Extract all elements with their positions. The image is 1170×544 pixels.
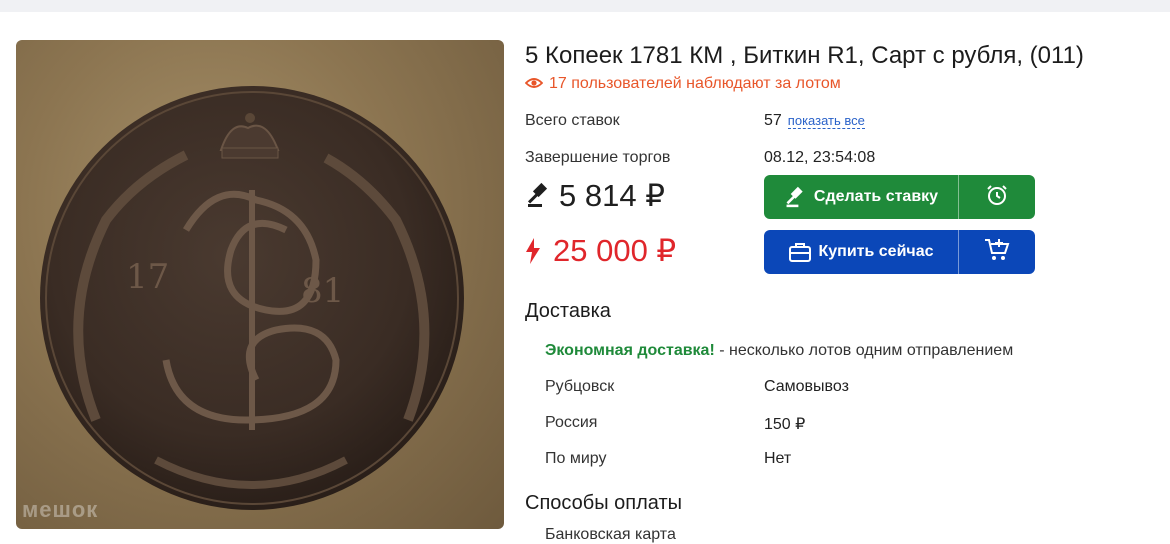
delivery-row-value: 150 ₽ <box>764 416 806 433</box>
gavel-icon <box>784 186 806 208</box>
delivery-row-label: Россия <box>545 414 598 431</box>
payment-method: Банковская карта <box>545 526 676 543</box>
end-value: 08.12, 23:54:08 <box>764 149 876 166</box>
buy-now-button[interactable]: Купить сейчас <box>764 230 958 274</box>
coin-image: 17 81 <box>40 86 464 510</box>
payment-title: Способы оплаты <box>525 492 682 514</box>
bids-count: 57 <box>764 112 782 129</box>
current-price-value: 5 814 ₽ <box>559 178 665 213</box>
end-label: Завершение торгов <box>525 149 671 166</box>
economy-delivery-text: - несколько лотов одним отправлением <box>714 342 1014 359</box>
watchers-text: 17 пользователей наблюдают за лотом <box>549 75 841 92</box>
lot-photo[interactable]: 17 81 мешок <box>16 40 504 529</box>
buy-now-label: Купить сейчас <box>818 243 934 260</box>
economy-delivery: Экономная доставка! - несколько лотов од… <box>545 342 1013 360</box>
watchers-info: 17 пользователей наблюдают за лотом <box>524 75 841 95</box>
delivery-row-value: Нет <box>764 450 792 467</box>
svg-text:81: 81 <box>301 271 344 311</box>
top-bar <box>0 0 1170 20</box>
buy-now-price-value: 25 000 ₽ <box>553 233 677 268</box>
bids-label: Всего ставок <box>525 112 620 129</box>
place-bid-label: Сделать ставку <box>813 188 939 205</box>
buy-now-price: 25 000 ₽ <box>525 233 676 272</box>
svg-text:17: 17 <box>126 257 169 297</box>
delivery-row-label: Рубцовск <box>545 378 615 395</box>
current-price: 5 814 ₽ <box>525 178 665 216</box>
economy-delivery-label: Экономная доставка! <box>545 342 715 359</box>
bids-value: 57 показать все <box>764 112 865 130</box>
lightning-icon <box>525 236 541 272</box>
image-watermark: мешок <box>22 497 99 522</box>
place-bid-button[interactable]: Сделать ставку <box>764 175 958 219</box>
lot-title: 5 Копеек 1781 КМ , Биткин R1, Сарт с руб… <box>525 42 1084 69</box>
cart-add-icon <box>984 238 1010 267</box>
add-to-cart-button[interactable] <box>958 230 1035 274</box>
alarm-clock-icon <box>985 183 1009 212</box>
eye-icon <box>524 76 544 95</box>
delivery-row-value: Самовывоз <box>764 378 849 395</box>
reminder-button[interactable] <box>958 175 1035 219</box>
show-all-bids-link[interactable]: показать все <box>787 113 865 129</box>
delivery-row-label: По миру <box>545 450 607 467</box>
briefcase-icon <box>788 242 811 262</box>
gavel-icon <box>525 180 551 216</box>
delivery-title: Доставка <box>525 300 611 322</box>
